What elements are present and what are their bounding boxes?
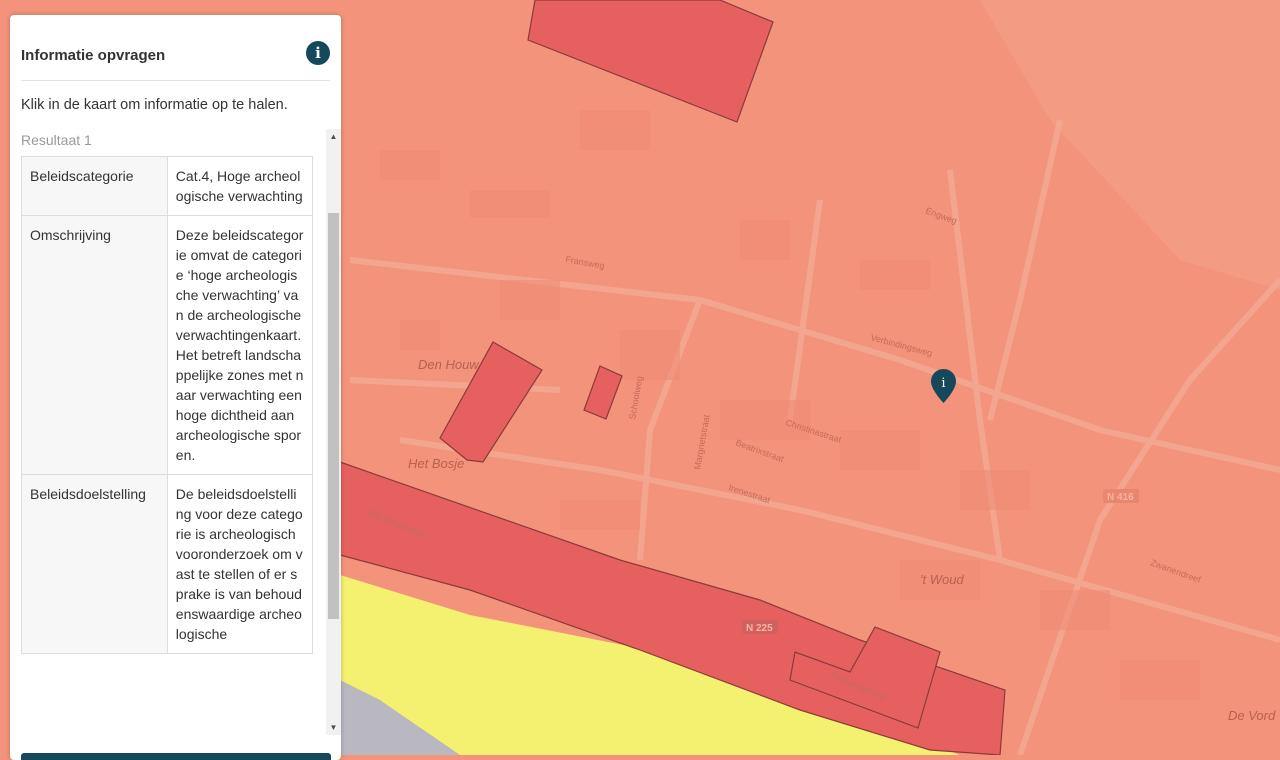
scroll-down-arrow-icon[interactable]: ▼ (326, 720, 341, 735)
road-badge-n225-label: N 225 (746, 623, 773, 634)
row-key: Beleidsdoelstelling (21, 474, 168, 654)
svg-text:i: i (941, 376, 945, 391)
place-label-den-houw: Den Houw (418, 357, 480, 372)
row-value: Deze beleidscategorie omvat de categorie… (166, 215, 314, 475)
table-row: Omschrijving Deze beleidscategorie omvat… (21, 215, 314, 475)
panel-header: Informatie opvragen i (21, 15, 330, 81)
map-pin-info-icon[interactable]: i (930, 368, 957, 404)
place-label-t-woud: 't Woud (920, 572, 964, 587)
info-panel: Informatie opvragen i Klik in de kaart o… (10, 15, 341, 760)
table-row: Beleidscategorie Cat.4, Hoge archeologis… (21, 156, 314, 216)
row-value: De beleidsdoelstelling voor deze categor… (166, 474, 314, 654)
panel-instruction: Klik in de kaart om informatie op te hal… (21, 97, 288, 113)
row-key: Beleidscategorie (21, 156, 168, 216)
info-icon[interactable]: i (306, 41, 330, 65)
row-value: Cat.4, Hoge archeologische verwachting (166, 156, 314, 216)
result-title: Resultaat 1 (21, 132, 92, 148)
scrollbar[interactable]: ▲ ▼ (326, 129, 341, 735)
panel-bottom-bar[interactable] (21, 753, 331, 760)
place-label-de-vord: De Vord (1228, 708, 1276, 723)
place-label-het-bosje: Het Bosje (408, 456, 464, 471)
table-row: Beleidsdoelstelling De beleidsdoelstelli… (21, 474, 314, 654)
road-badge-n416-label: N 416 (1107, 492, 1134, 503)
panel-title: Informatie opvragen (21, 47, 166, 64)
scroll-up-arrow-icon[interactable]: ▲ (326, 129, 341, 144)
row-key: Omschrijving (21, 215, 168, 475)
result-table: Beleidscategorie Cat.4, Hoge archeologis… (21, 156, 314, 654)
results-scroll-area[interactable]: Resultaat 1 Beleidscategorie Cat.4, Hoge… (21, 129, 341, 735)
scrollbar-thumb[interactable] (328, 213, 339, 619)
